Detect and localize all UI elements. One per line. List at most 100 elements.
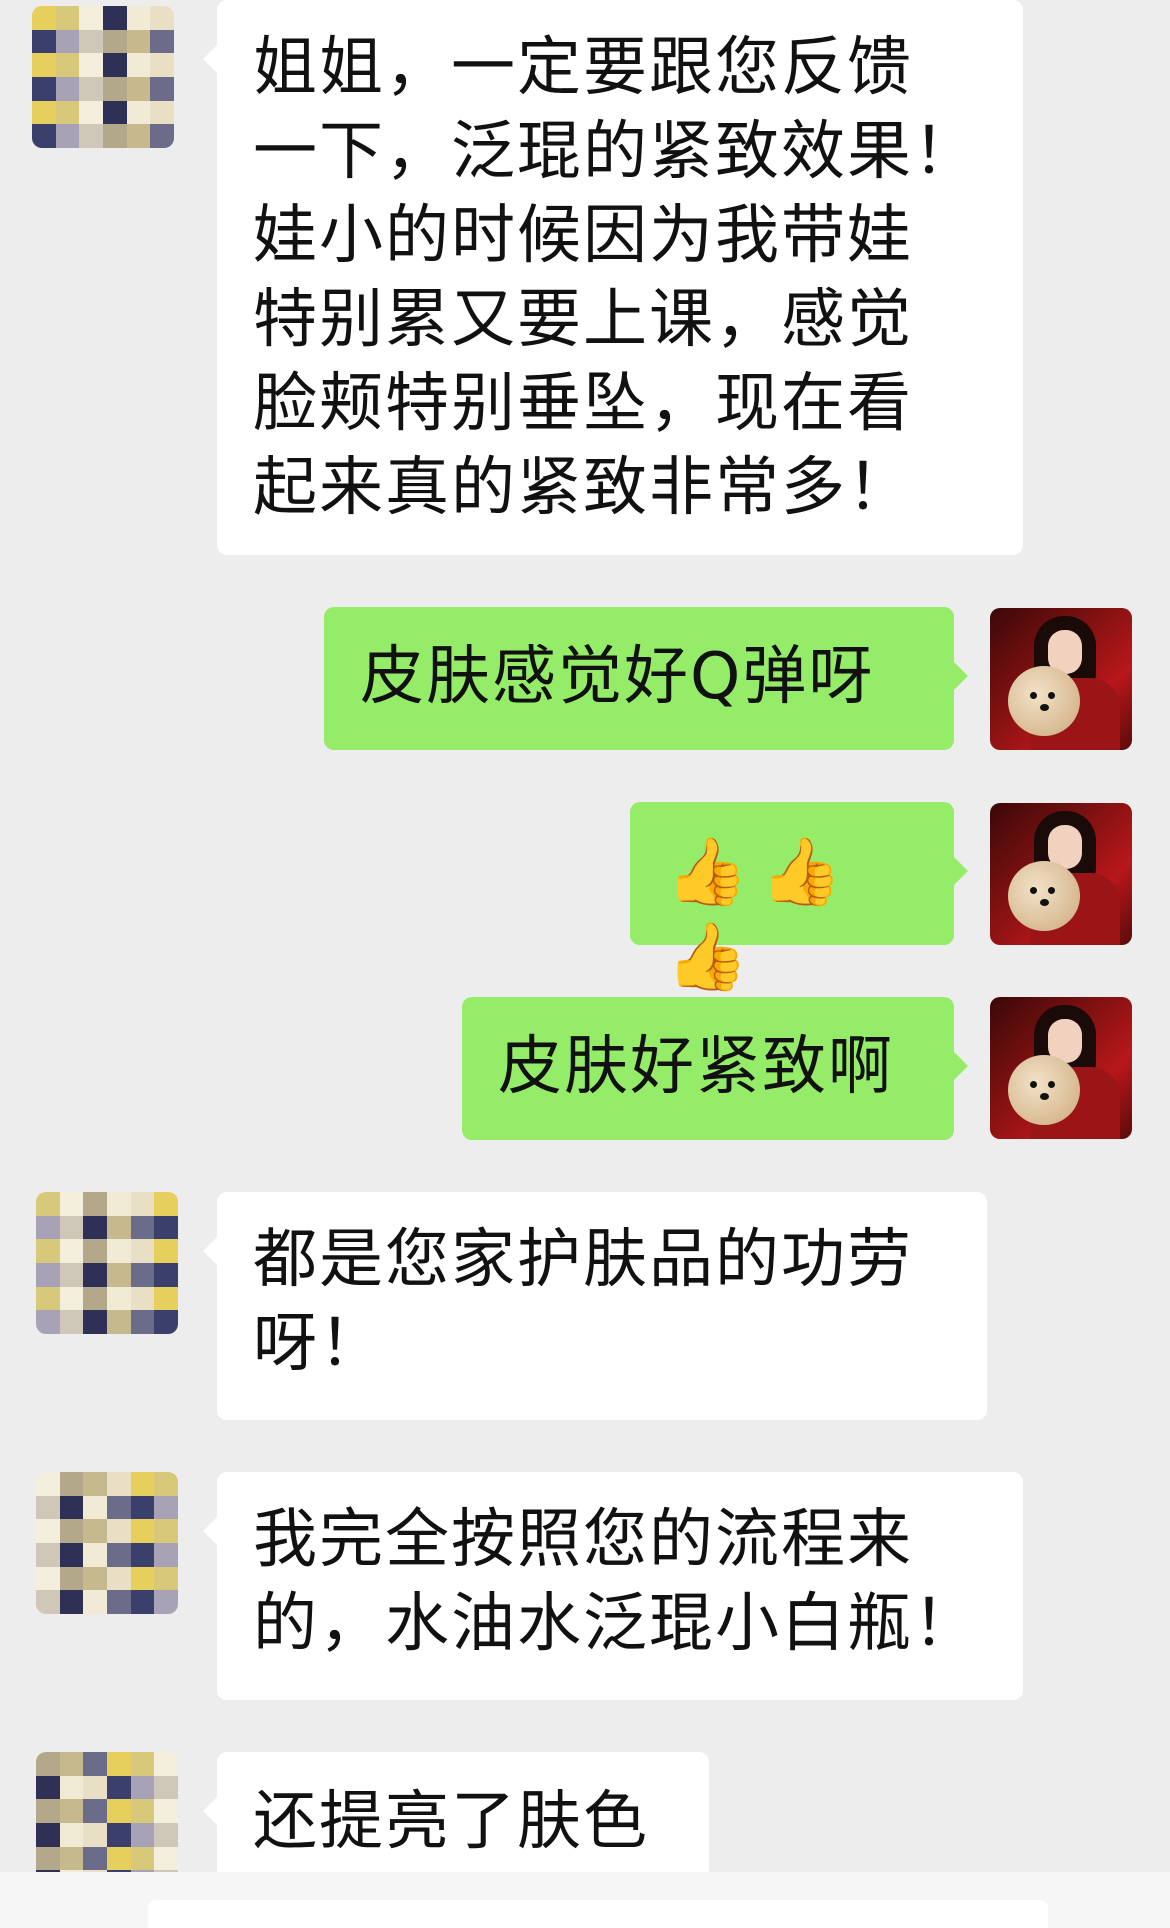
avatar-mosaic-cell bbox=[130, 1566, 155, 1591]
avatar-mosaic-cell bbox=[130, 1542, 155, 1567]
message-line: 一下，泛琨的紧致效果！ bbox=[253, 115, 979, 189]
avatar-mosaic-cell bbox=[150, 124, 174, 148]
avatar-mosaic-cell bbox=[83, 1590, 107, 1614]
avatar-mosaic-cell bbox=[36, 1192, 60, 1216]
avatar-mosaic-cell bbox=[36, 1590, 60, 1614]
avatar-mosaic-cell bbox=[130, 1286, 155, 1311]
avatar-mosaic-cell bbox=[59, 1239, 84, 1263]
avatar-mosaic-cell bbox=[83, 1846, 107, 1871]
avatar-mosaic-cell bbox=[130, 1822, 155, 1847]
avatar-mosaic-cell bbox=[55, 6, 80, 30]
avatar-mosaic-cell bbox=[79, 100, 103, 125]
avatar-mosaic-cell bbox=[59, 1799, 84, 1823]
avatar-mosaic-cell bbox=[130, 1799, 155, 1823]
avatar-mosaic-cell bbox=[32, 6, 56, 30]
avatar-mosaic-cell bbox=[106, 1590, 131, 1614]
avatar-mosaic-cell bbox=[83, 1215, 107, 1240]
avatar-mosaic-cell bbox=[106, 1846, 131, 1871]
avatar-mosaic-cell bbox=[102, 29, 127, 54]
avatar-mosaic-cell bbox=[79, 124, 103, 148]
message-text: 皮肤好紧致啊 bbox=[498, 1030, 894, 1104]
avatar-mosaic-cell bbox=[59, 1822, 84, 1847]
avatar-mosaic-cell bbox=[126, 6, 151, 30]
avatar-mosaic-cell bbox=[106, 1239, 131, 1263]
avatar-mosaic-cell bbox=[154, 1566, 178, 1591]
avatar-mosaic-cell bbox=[106, 1775, 131, 1800]
avatar-mosaic-cell bbox=[154, 1239, 178, 1263]
avatar-mosaic-cell bbox=[59, 1495, 84, 1520]
message-input[interactable] bbox=[148, 1900, 1048, 1928]
avatar-mosaic-cell bbox=[55, 124, 80, 148]
avatar-mosaic-cell bbox=[106, 1799, 131, 1823]
avatar-mosaic-cell bbox=[36, 1566, 60, 1591]
self-avatar[interactable] bbox=[990, 608, 1132, 750]
avatar-mosaic-cell bbox=[32, 76, 56, 101]
avatar-mosaic-cell bbox=[83, 1822, 107, 1847]
outgoing-message-bubble[interactable]: 皮肤好紧致啊 bbox=[462, 997, 968, 1140]
avatar-mosaic-cell bbox=[150, 76, 174, 101]
contact-avatar[interactable] bbox=[36, 1472, 178, 1614]
avatar-mosaic-cell bbox=[83, 1542, 107, 1567]
contact-avatar[interactable] bbox=[36, 1192, 178, 1334]
avatar-mosaic-cell bbox=[154, 1215, 178, 1240]
message-line: 姐姐，一定要跟您反馈 bbox=[253, 31, 913, 105]
incoming-message-bubble[interactable]: 我完全按照您的流程来 的，水油水泛琨小白瓶！ bbox=[203, 1472, 1023, 1700]
avatar-mosaic-cell bbox=[106, 1495, 131, 1520]
avatar-mosaic-cell bbox=[59, 1590, 84, 1614]
chat-area: 姐姐，一定要跟您反馈 一下，泛琨的紧致效果！ 娃小的时候因为我带娃 特别累又要上… bbox=[0, 0, 1170, 1928]
avatar-mosaic-cell bbox=[36, 1286, 60, 1311]
contact-avatar[interactable] bbox=[32, 6, 174, 148]
avatar-mosaic-cell bbox=[59, 1519, 84, 1543]
avatar-mosaic-cell bbox=[154, 1472, 178, 1496]
avatar-mosaic-cell bbox=[154, 1262, 178, 1287]
avatar-mosaic-cell bbox=[150, 6, 174, 30]
avatar-mosaic-cell bbox=[106, 1752, 131, 1776]
avatar-mosaic-cell bbox=[59, 1215, 84, 1240]
avatar-mosaic-cell bbox=[59, 1566, 84, 1591]
avatar-mosaic-cell bbox=[36, 1822, 60, 1847]
avatar-mosaic-cell bbox=[106, 1262, 131, 1287]
avatar-mosaic-cell bbox=[36, 1310, 60, 1334]
incoming-message-bubble[interactable]: 都是您家护肤品的功劳 呀！ bbox=[203, 1192, 987, 1420]
avatar-mosaic-cell bbox=[106, 1542, 131, 1567]
avatar-mosaic-cell bbox=[130, 1215, 155, 1240]
avatar-mosaic-cell bbox=[79, 53, 103, 77]
avatar-mosaic-cell bbox=[130, 1590, 155, 1614]
avatar-mosaic-cell bbox=[83, 1472, 107, 1496]
message-line: 特别累又要上课，感觉 bbox=[253, 283, 913, 357]
avatar-mosaic-cell bbox=[55, 100, 80, 125]
avatar-mosaic-cell bbox=[106, 1286, 131, 1311]
avatar-mosaic-cell bbox=[83, 1799, 107, 1823]
outgoing-message-bubble[interactable]: 皮肤感觉好Q弹呀 bbox=[324, 607, 968, 750]
avatar-mosaic-cell bbox=[32, 29, 56, 54]
self-avatar[interactable] bbox=[990, 997, 1132, 1139]
incoming-message-bubble[interactable]: 姐姐，一定要跟您反馈 一下，泛琨的紧致效果！ 娃小的时候因为我带娃 特别累又要上… bbox=[203, 0, 1023, 555]
message-line: 起来真的紧致非常多！ bbox=[253, 451, 913, 525]
avatar-mosaic-cell bbox=[106, 1192, 131, 1216]
avatar-mosaic-cell bbox=[102, 76, 127, 101]
avatar-mosaic-cell bbox=[59, 1846, 84, 1871]
avatar-mosaic-cell bbox=[126, 100, 151, 125]
self-avatar[interactable] bbox=[990, 803, 1132, 945]
avatar-mosaic-cell bbox=[130, 1519, 155, 1543]
avatar-mosaic-cell bbox=[154, 1822, 178, 1847]
avatar-mosaic-cell bbox=[83, 1495, 107, 1520]
avatar-mosaic-cell bbox=[32, 124, 56, 148]
avatar-mosaic-cell bbox=[126, 76, 151, 101]
avatar-mosaic-cell bbox=[59, 1775, 84, 1800]
avatar-mosaic-cell bbox=[130, 1310, 155, 1334]
avatar-mosaic-cell bbox=[83, 1286, 107, 1311]
message-line: 还提亮了肤色 bbox=[253, 1785, 649, 1859]
avatar-mosaic-cell bbox=[130, 1846, 155, 1871]
avatar-mosaic-cell bbox=[83, 1775, 107, 1800]
avatar-mosaic-cell bbox=[36, 1262, 60, 1287]
avatar-mosaic-cell bbox=[102, 53, 127, 77]
avatar-mosaic-cell bbox=[154, 1310, 178, 1334]
thumbs-up-icon: 👍 bbox=[666, 918, 751, 995]
message-line: 脸颊特别垂坠，现在看 bbox=[253, 367, 913, 441]
outgoing-emoji-bubble[interactable]: 👍 👍👍 bbox=[630, 802, 968, 995]
avatar-mosaic-cell bbox=[55, 53, 80, 77]
avatar-mosaic-cell bbox=[154, 1519, 178, 1543]
avatar-mosaic-cell bbox=[83, 1519, 107, 1543]
avatar-mosaic-cell bbox=[83, 1310, 107, 1334]
